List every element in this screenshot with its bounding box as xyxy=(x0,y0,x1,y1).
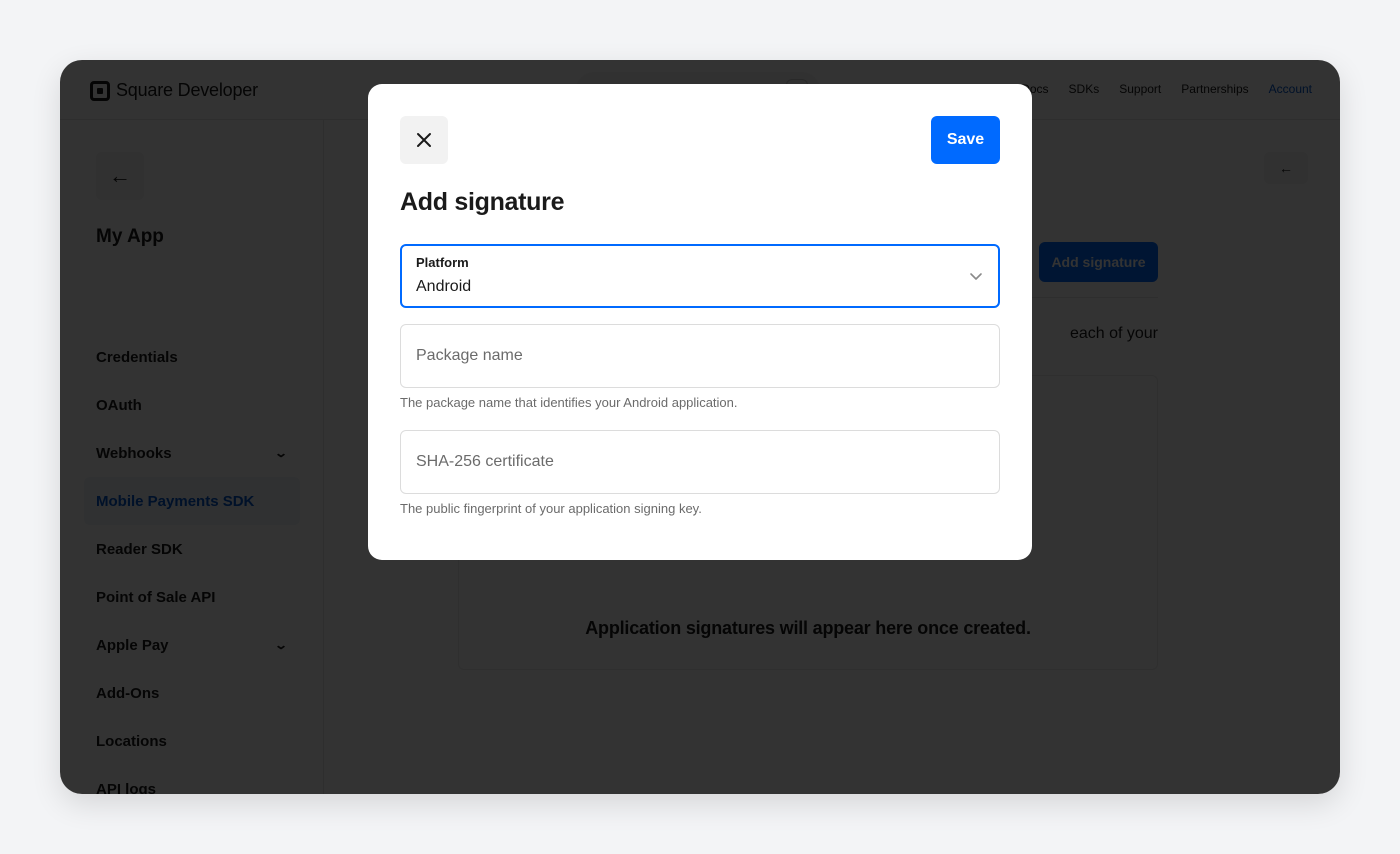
close-icon xyxy=(417,133,431,147)
add-signature-modal: Save Add signature Platform Android The … xyxy=(368,84,1032,560)
package-name-helper: The package name that identifies your An… xyxy=(400,395,738,410)
save-button[interactable]: Save xyxy=(931,116,1000,164)
sha256-certificate-helper: The public fingerprint of your applicati… xyxy=(400,501,702,516)
chevron-down-icon xyxy=(970,273,982,280)
browser-window: Square Developer Docs SDKs Support Partn… xyxy=(60,60,1340,794)
package-name-input[interactable] xyxy=(400,324,1000,388)
sha256-certificate-input[interactable] xyxy=(400,430,1000,494)
platform-value: Android xyxy=(416,278,472,295)
platform-select[interactable]: Platform Android xyxy=(400,244,1000,308)
close-button[interactable] xyxy=(400,116,448,164)
modal-title: Add signature xyxy=(400,188,565,216)
platform-label: Platform xyxy=(416,255,469,270)
